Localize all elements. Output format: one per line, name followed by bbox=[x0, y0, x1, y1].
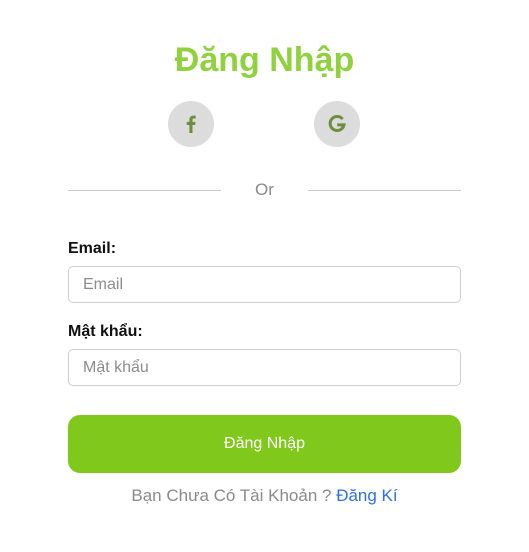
login-button[interactable]: Đăng Nhập bbox=[68, 415, 461, 473]
facebook-login-button[interactable] bbox=[168, 101, 214, 147]
google-login-button[interactable] bbox=[314, 101, 360, 147]
password-label: Mật khẩu: bbox=[68, 323, 143, 340]
google-icon bbox=[328, 115, 346, 133]
divider-right bbox=[308, 190, 461, 191]
signup-link[interactable]: Đăng Kí bbox=[336, 486, 397, 505]
password-field[interactable] bbox=[68, 349, 461, 386]
divider-left bbox=[68, 190, 221, 191]
divider-text: Or bbox=[255, 180, 274, 199]
page-title: Đăng Nhập bbox=[174, 41, 355, 79]
email-field[interactable] bbox=[68, 266, 461, 303]
email-label: Email: bbox=[68, 240, 117, 257]
facebook-icon bbox=[186, 115, 196, 133]
signup-row: Bạn Chưa Có Tài Khoản ? Đăng Kí bbox=[0, 486, 529, 506]
signup-prompt: Bạn Chưa Có Tài Khoản ? bbox=[131, 486, 337, 505]
